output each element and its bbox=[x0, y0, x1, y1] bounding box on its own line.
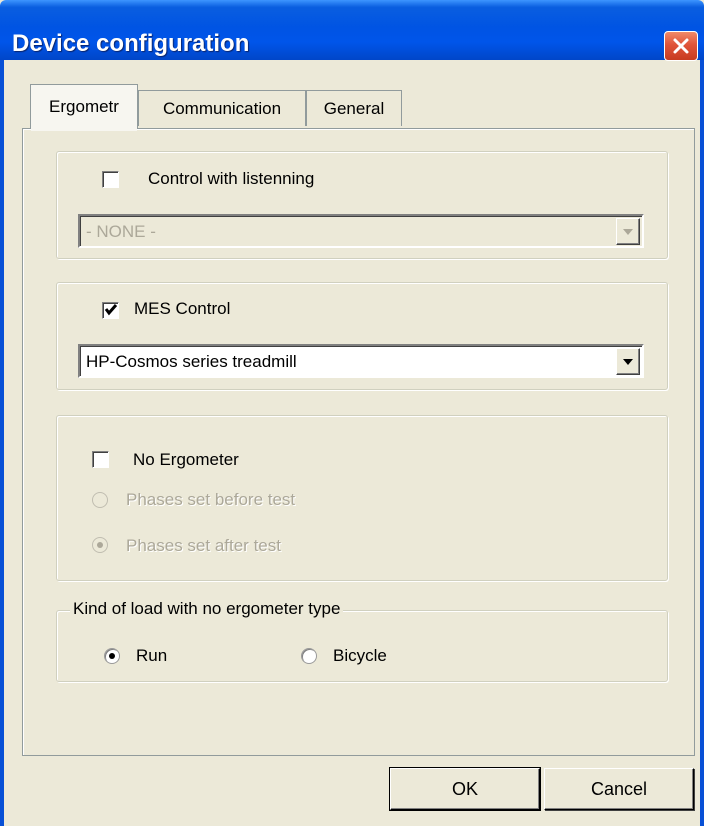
run-radio[interactable] bbox=[104, 648, 120, 664]
bicycle-radio[interactable] bbox=[301, 648, 317, 664]
listening-device-value: - NONE - bbox=[86, 222, 156, 241]
no-ergometer-checkbox[interactable] bbox=[92, 451, 109, 468]
tab-general[interactable]: General bbox=[306, 90, 402, 126]
dropdown-button[interactable] bbox=[616, 218, 640, 245]
control-listening-label: Control with listenning bbox=[148, 169, 315, 188]
close-button[interactable] bbox=[664, 31, 698, 61]
window-frame-right bbox=[700, 60, 704, 826]
cancel-label: Cancel bbox=[590, 778, 648, 799]
cancel-button[interactable]: Cancel bbox=[544, 768, 694, 810]
tab-label: Communication bbox=[162, 98, 282, 118]
window-frame-left bbox=[0, 60, 4, 826]
close-icon bbox=[673, 38, 689, 54]
radio-dot bbox=[109, 653, 115, 659]
chevron-down-icon bbox=[623, 228, 633, 235]
control-listening-checkbox[interactable] bbox=[102, 171, 119, 188]
load-type-legend: Kind of load with no ergometer type bbox=[70, 599, 344, 619]
run-label: Run bbox=[136, 646, 168, 665]
checkmark-icon bbox=[104, 304, 118, 316]
dropdown-button[interactable] bbox=[616, 348, 640, 375]
chevron-down-icon bbox=[623, 358, 633, 365]
ok-label: OK bbox=[451, 778, 478, 799]
ok-button[interactable]: OK bbox=[389, 767, 541, 811]
tab-ergometr[interactable]: Ergometr bbox=[30, 84, 138, 131]
bicycle-label: Bicycle bbox=[333, 646, 387, 665]
radio-dot bbox=[97, 542, 103, 548]
phases-after-radio[interactable] bbox=[92, 537, 108, 553]
phases-before-label: Phases set before test bbox=[126, 490, 296, 509]
listening-device-select[interactable]: - NONE - bbox=[78, 214, 644, 248]
phases-after-label: Phases set after test bbox=[126, 536, 281, 555]
mes-device-value: HP-Cosmos series treadmill bbox=[86, 352, 297, 371]
window-title: Device configuration bbox=[12, 30, 250, 57]
mes-device-select[interactable]: HP-Cosmos series treadmill bbox=[78, 344, 644, 378]
mes-control-checkbox[interactable] bbox=[102, 302, 119, 319]
phases-before-radio[interactable] bbox=[92, 492, 108, 508]
tab-label: Ergometr bbox=[49, 97, 119, 116]
mes-control-label: MES Control bbox=[134, 299, 231, 318]
no-ergometer-label: No Ergometer bbox=[133, 450, 239, 469]
tab-label: General bbox=[323, 98, 385, 118]
tab-communication[interactable]: Communication bbox=[138, 90, 306, 126]
title-bar[interactable]: Device configuration bbox=[0, 0, 704, 61]
